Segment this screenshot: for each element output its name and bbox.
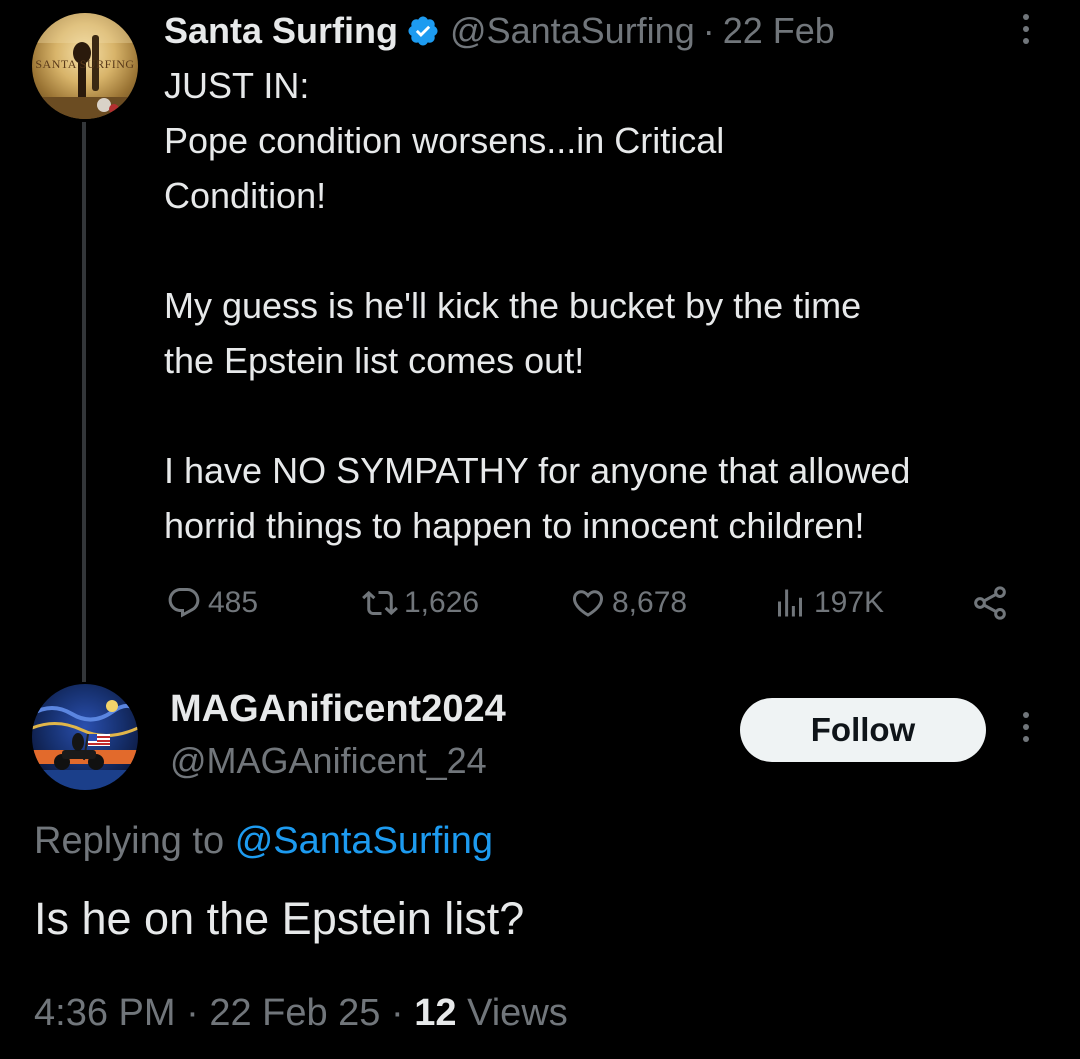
reply-author-name[interactable]: MAGAnificent2024 [170, 688, 506, 731]
reply-author-handle[interactable]: @MAGAnificent_24 [170, 740, 487, 782]
more-vertical-icon[interactable] [1022, 14, 1030, 44]
reply-meta: 4:36 PM · 22 Feb 25 · 12 Views [34, 992, 568, 1035]
views-button[interactable]: 197K [772, 580, 884, 626]
reply-views-label: Views [467, 992, 568, 1034]
repost-icon [362, 590, 398, 616]
reply-body: Is he on the Epstein list? [34, 893, 525, 944]
like-button[interactable]: 8,678 [570, 580, 687, 626]
reply-count: 485 [208, 586, 259, 619]
tweet-body: JUST IN: Pope condition worsens...in Cri… [164, 65, 911, 546]
heart-icon [572, 590, 604, 617]
reply-time[interactable]: 4:36 PM [34, 992, 176, 1034]
replying-mention-link[interactable]: @SantaSurfing [235, 820, 493, 862]
analytics-bars-icon [778, 589, 802, 617]
author-handle[interactable]: @SantaSurfing [450, 10, 695, 52]
verified-badge-icon[interactable] [406, 14, 440, 48]
meta-separator: · [186, 992, 199, 1034]
avatar-logo-text: SANTA SURFING [35, 57, 135, 71]
views-count: 197K [814, 586, 885, 619]
meta-separator: · [391, 992, 404, 1034]
replying-to-line: Replying to @SantaSurfing [34, 820, 493, 863]
tweet-date[interactable]: 22 Feb [723, 10, 835, 52]
reply-views-count: 12 [414, 992, 457, 1034]
tweet-header: Santa Surfing @SantaSurfing · 22 Feb [164, 8, 835, 54]
more-vertical-icon[interactable] [1022, 712, 1030, 742]
reply-bubble-icon [168, 588, 200, 618]
author-name[interactable]: Santa Surfing [164, 10, 398, 52]
replying-prefix: Replying to [34, 820, 225, 862]
follow-button[interactable]: Follow [740, 698, 986, 762]
santa-surfing-avatar[interactable]: SANTA SURFING [32, 13, 138, 119]
maganificent-avatar[interactable] [32, 684, 138, 790]
tweet-action-bar: 485 1,626 8,678 197K [166, 580, 1026, 626]
reply-button[interactable]: 485 [166, 580, 258, 626]
share-icon [974, 586, 1006, 620]
header-separator: · [702, 10, 715, 51]
repost-button[interactable]: 1,626 [362, 580, 479, 626]
thread-connector-line [82, 122, 86, 682]
repost-count: 1,626 [404, 586, 480, 619]
share-button[interactable] [970, 580, 1016, 626]
like-count: 8,678 [612, 586, 688, 619]
reply-date[interactable]: 22 Feb 25 [209, 992, 380, 1034]
